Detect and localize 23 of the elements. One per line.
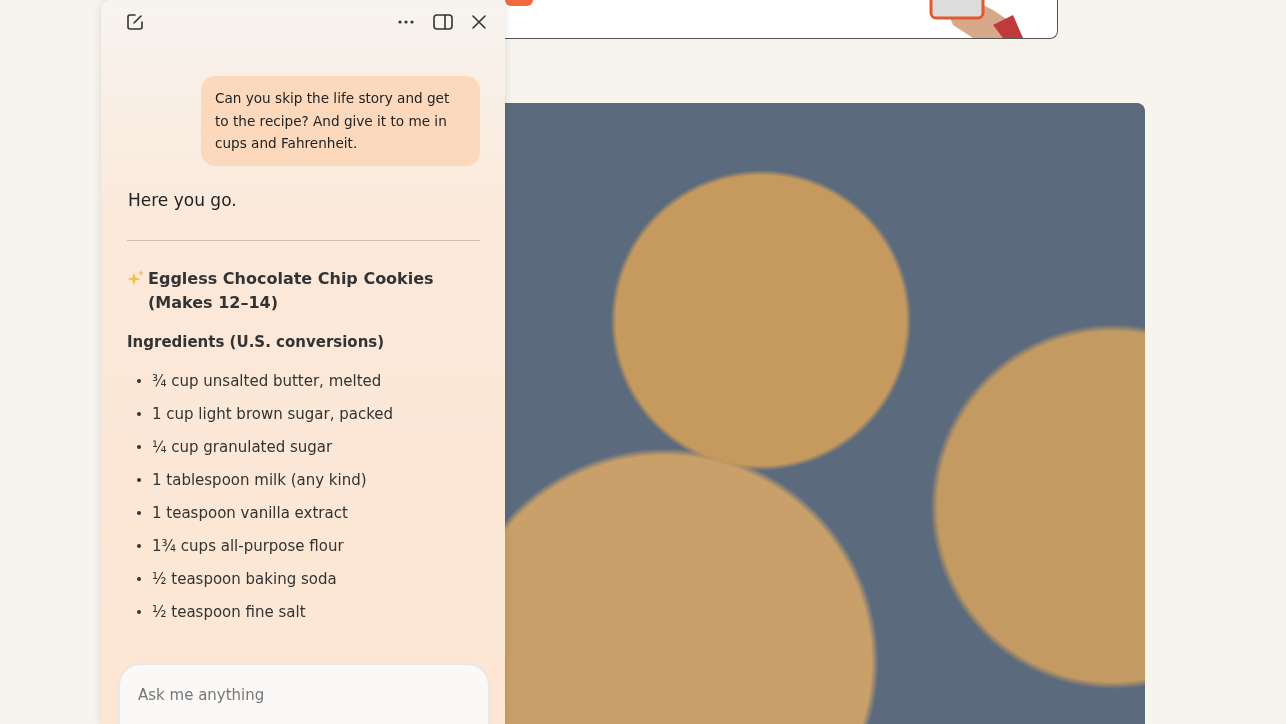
ingredient-item: 1¾ cups all-purpose flour bbox=[152, 537, 344, 555]
bullet-icon bbox=[137, 511, 141, 515]
bullet-icon bbox=[137, 412, 141, 416]
bullet-icon bbox=[137, 478, 141, 482]
ingredient-item: 1 teaspoon vanilla extract bbox=[152, 504, 348, 522]
bullet-icon bbox=[137, 445, 141, 449]
reply-text: Here you go. bbox=[128, 189, 238, 210]
message-input[interactable]: Ask me anything bbox=[117, 662, 491, 724]
ingredient-item: 1 tablespoon milk (any kind) bbox=[152, 471, 367, 489]
bullet-icon bbox=[137, 577, 141, 581]
section-heading: Ingredients (U.S. conversions) bbox=[127, 332, 386, 351]
ingredient-item: ½ teaspoon fine salt bbox=[152, 603, 306, 621]
bullet-icon bbox=[137, 379, 141, 383]
bullet-icon bbox=[137, 544, 141, 548]
ingredient-item: ¾ cup unsalted butter, melted bbox=[152, 372, 382, 390]
ingredient-item: ½ teaspoon baking soda bbox=[152, 570, 337, 588]
bullet-icon bbox=[137, 610, 141, 614]
recipe-title: Eggless Chocolate Chip Cookies (Makes 12–14) bbox=[148, 267, 435, 314]
user-message: Can you skip the life story and get to the recipe? And give it to me in cups and Fahrenheit. bbox=[201, 76, 480, 166]
ingredient-item: 1 cup light brown sugar, packed bbox=[152, 405, 394, 423]
ingredient-item: ¼ cup granulated sugar bbox=[152, 438, 333, 456]
close-icon[interactable] bbox=[469, 12, 489, 32]
split-view-icon[interactable] bbox=[431, 12, 455, 32]
